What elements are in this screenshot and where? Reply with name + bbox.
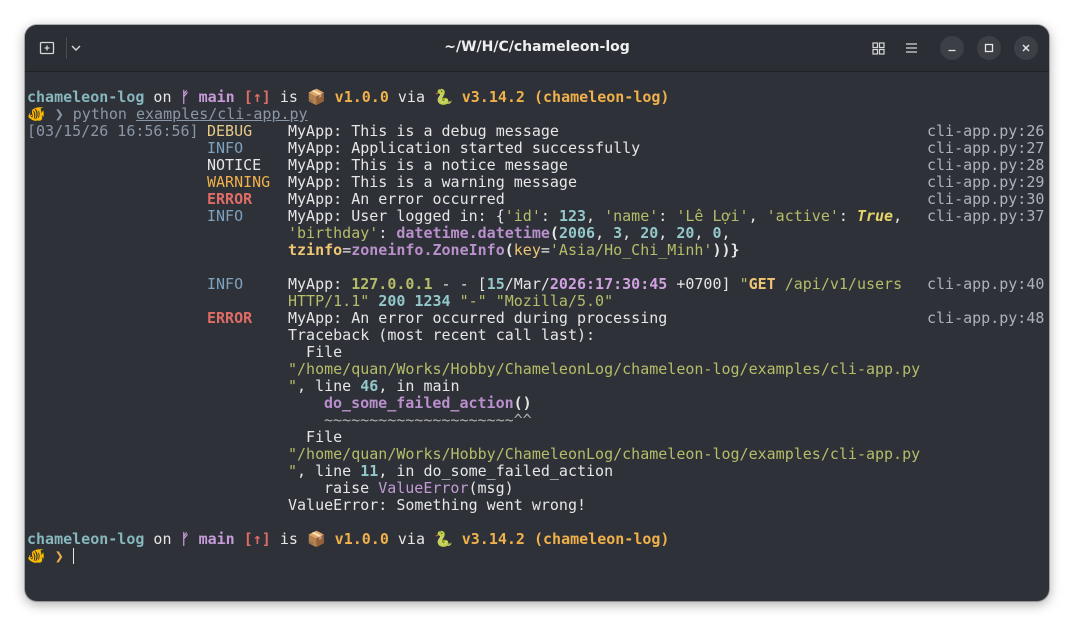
log-message-cont: tzinfo=zoneinfo.ZoneInfo(key='Asia/Ho_Ch…: [288, 241, 740, 259]
close-icon: [1022, 44, 1030, 52]
log-message: MyApp: This is a notice message: [288, 156, 568, 174]
package-icon: 📦: [306, 530, 326, 548]
grid-icon: [871, 41, 885, 55]
git-branch: main: [189, 530, 244, 548]
prompt-text: via: [388, 88, 435, 106]
command-argument[interactable]: examples/cli-app.py: [136, 105, 308, 123]
close-button[interactable]: [1014, 36, 1038, 60]
prompt-text: is: [270, 530, 307, 548]
traceback-file-path: "/home/quan/Works/Hobby/ChameleonLog/cha…: [288, 360, 921, 378]
hamburger-icon: [905, 43, 917, 53]
git-status: [↑]: [243, 530, 271, 548]
python-version: v3.14.2 (chameleon-log): [452, 530, 670, 548]
python-icon: 🐍: [434, 88, 453, 106]
log-source: cli-app.py:26: [927, 122, 1045, 140]
minimize-icon: [948, 49, 956, 52]
prompt-text: on: [144, 530, 181, 548]
window-title: ~/W/H/C/chameleon-log: [444, 39, 630, 55]
log-source: cli-app.py:27: [927, 139, 1045, 157]
package-icon: 📦: [306, 88, 326, 106]
prompt-text: on: [144, 88, 181, 106]
log-level: ERROR: [207, 309, 253, 327]
log-message: MyApp: This is a warning message: [288, 173, 577, 191]
prompt-text: is: [270, 88, 307, 106]
branch-icon: ᚠ: [180, 530, 190, 548]
prompt-status-line: chameleon-log on ᚠ main [↑] is 📦 v1.0.0 …: [27, 531, 669, 548]
traceback-code: raise ValueError(msg): [324, 479, 514, 497]
traceback-final: ValueError: Something went wrong!: [288, 496, 587, 514]
log-source: cli-app.py:40: [927, 275, 1045, 293]
log-level: NOTICE: [207, 156, 262, 174]
log-message: MyApp: Application started successfully: [288, 139, 641, 157]
log-timestamp: [03/15/26 16:56:56]: [27, 122, 199, 140]
title-bar: ~/W/H/C/chameleon-log: [25, 25, 1049, 72]
traceback-line-info: ", line 46, in main: [288, 377, 460, 395]
traceback-file-keyword: File: [288, 343, 343, 361]
traceback-line-info: ", line 11, in do_some_failed_action: [288, 462, 614, 480]
log-source: cli-app.py:48: [927, 309, 1045, 327]
command-input-line[interactable]: 🐠 ❯: [27, 548, 74, 565]
maximize-icon: [984, 43, 994, 53]
fish-icon: 🐠: [27, 105, 46, 123]
terminal-window: ~/W/H/C/chameleon-log chameleon-log on ᚠ…: [25, 25, 1049, 601]
minimize-button[interactable]: [940, 36, 964, 60]
python-version: v3.14.2 (chameleon-log): [452, 88, 670, 106]
log-source: cli-app.py:29: [927, 173, 1045, 191]
log-message: MyApp: User logged in: {'id': 123, 'name…: [288, 207, 903, 225]
traceback-carets: ~~~~~~~~~~~~~~~~~~~~~^^: [324, 411, 532, 429]
prompt-arrow: ❯: [45, 547, 73, 565]
traceback-header: Traceback (most recent call last):: [288, 326, 596, 344]
traceback-code: do_some_failed_action(): [324, 394, 532, 412]
prompt-status-line: chameleon-log on ᚠ main [↑] is 📦 v1.0.0 …: [27, 89, 669, 106]
log-message: MyApp: An error occurred during processi…: [288, 309, 668, 327]
log-level: INFO: [207, 139, 244, 157]
log-level: INFO: [207, 207, 244, 225]
log-level: DEBUG: [207, 122, 253, 140]
log-message-cont: HTTP/1.1" 200 1234 "-" "Mozilla/5.0": [288, 292, 614, 310]
log-source: cli-app.py:28: [927, 156, 1045, 174]
log-level: WARNING: [207, 173, 271, 191]
package-version: v1.0.0: [325, 530, 389, 548]
log-message: MyApp: 127.0.0.1 - - [15/Mar/2026:17:30:…: [288, 275, 903, 293]
prompt-directory: chameleon-log: [27, 530, 145, 548]
log-source: cli-app.py:37: [927, 207, 1045, 225]
git-status: [↑]: [243, 88, 271, 106]
maximize-button[interactable]: [977, 36, 1001, 60]
text-cursor: [72, 548, 74, 564]
menu-button[interactable]: [903, 39, 919, 57]
git-branch: main: [189, 88, 244, 106]
log-level: INFO: [207, 275, 244, 293]
log-message-cont: 'birthday': datetime.datetime(2006, 3, 2…: [288, 224, 731, 242]
traceback-file-keyword: File: [288, 428, 343, 446]
traceback-file-path: "/home/quan/Works/Hobby/ChameleonLog/cha…: [288, 445, 921, 463]
command-text: python: [72, 105, 136, 123]
command-line: 🐠 ❯ python examples/cli-app.py: [27, 106, 308, 123]
prompt-text: via: [388, 530, 435, 548]
log-level: ERROR: [207, 190, 253, 208]
grid-view-button[interactable]: [870, 39, 886, 57]
package-version: v1.0.0: [325, 88, 389, 106]
branch-icon: ᚠ: [180, 88, 190, 106]
prompt-arrow: ❯: [45, 105, 73, 123]
log-message: MyApp: This is a debug message: [288, 122, 559, 140]
python-icon: 🐍: [434, 530, 453, 548]
log-source: cli-app.py:30: [927, 190, 1045, 208]
prompt-directory: chameleon-log: [27, 88, 145, 106]
fish-icon: 🐠: [27, 547, 46, 565]
log-message: MyApp: An error occurred: [288, 190, 505, 208]
